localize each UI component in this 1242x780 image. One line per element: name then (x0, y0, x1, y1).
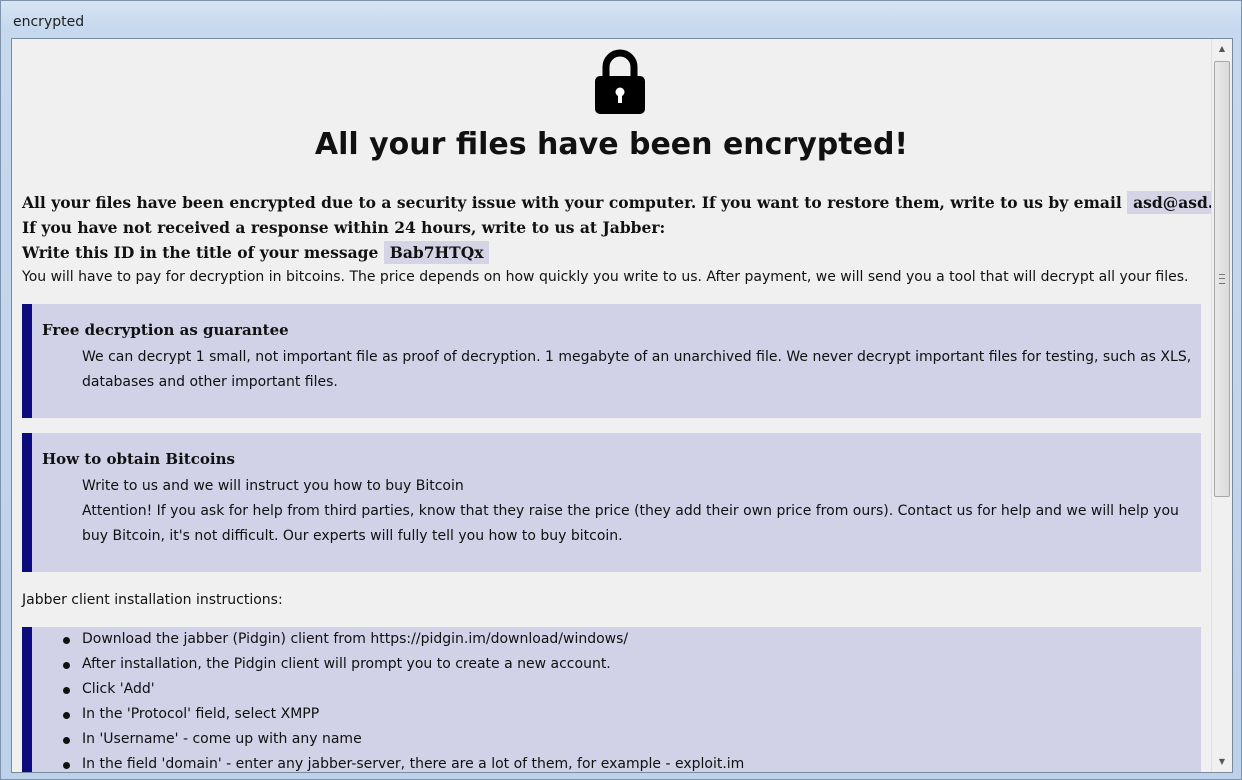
list-item-text: In the field 'domain' - enter any jabber… (82, 756, 745, 772)
bitcoin-section: How to obtain Bitcoins Write to us and w… (22, 433, 1201, 572)
bullet-icon (63, 737, 70, 744)
list-item-text: After installation, the Pidgin client wi… (82, 656, 611, 672)
bullet-icon (63, 712, 70, 719)
list-item-text: In 'Username' - come up with any name (82, 731, 362, 747)
victim-id[interactable]: Bab7HTQx (383, 241, 490, 264)
guarantee-title: Free decryption as guarantee (42, 321, 289, 339)
vertical-scrollbar[interactable]: ▲ ▼ (1211, 39, 1232, 772)
intro-line-jabber: If you have not received a response with… (22, 218, 666, 237)
intro-line-email-text: All your files have been encrypted due t… (22, 193, 1122, 212)
bitcoin-title: How to obtain Bitcoins (42, 450, 235, 468)
jabber-steps-list: Download the jabber (Pidgin) client from… (22, 627, 1201, 772)
scroll-down-arrow-icon[interactable]: ▼ (1212, 753, 1232, 771)
list-item-text: Click 'Add' (82, 681, 155, 697)
list-item: Download the jabber (Pidgin) client from… (63, 631, 629, 647)
payment-info: You will have to pay for decryption in b… (22, 269, 1189, 285)
content-frame: All your files have been encrypted! All … (11, 38, 1233, 773)
jabber-heading: Jabber client installation instructions: (22, 592, 283, 608)
list-item: In 'Username' - come up with any name (63, 731, 362, 747)
list-item: Click 'Add' (63, 681, 155, 697)
bullet-icon (63, 762, 70, 769)
bitcoin-line-2: Attention! If you ask for help from thir… (82, 503, 1179, 544)
bullet-icon (63, 662, 70, 669)
ransom-note: All your files have been encrypted! All … (12, 39, 1211, 772)
list-item-text: In the 'Protocol' field, select XMPP (82, 706, 320, 722)
page-title: All your files have been encrypted! (314, 127, 909, 162)
list-item: In the 'Protocol' field, select XMPP (63, 706, 320, 722)
window-title: encrypted (13, 14, 85, 30)
lock-icon (595, 49, 645, 114)
list-item: In the field 'domain' - enter any jabber… (63, 756, 745, 772)
bullet-icon (63, 637, 70, 644)
scrollbar-thumb[interactable] (1214, 61, 1230, 497)
email-address[interactable]: asd@asd.com (1127, 191, 1211, 214)
intro-line-id-text: Write this ID in the title of your messa… (22, 243, 379, 262)
scroll-up-arrow-icon[interactable]: ▲ (1212, 40, 1232, 58)
list-item: After installation, the Pidgin client wi… (63, 656, 611, 672)
intro-line-email: All your files have been encrypted due t… (22, 191, 1211, 214)
bullet-icon (63, 687, 70, 694)
bitcoin-line-1: Write to us and we will instruct you how… (82, 478, 464, 494)
list-item-text: Download the jabber (Pidgin) client from… (82, 631, 629, 647)
guarantee-section: Free decryption as guarantee We can decr… (22, 304, 1201, 418)
app-window: encrypted All your files have been encry… (0, 0, 1242, 780)
grip-icon (1219, 274, 1225, 284)
guarantee-text: We can decrypt 1 small, not important fi… (82, 349, 1192, 390)
intro-line-id: Write this ID in the title of your messa… (22, 241, 490, 264)
